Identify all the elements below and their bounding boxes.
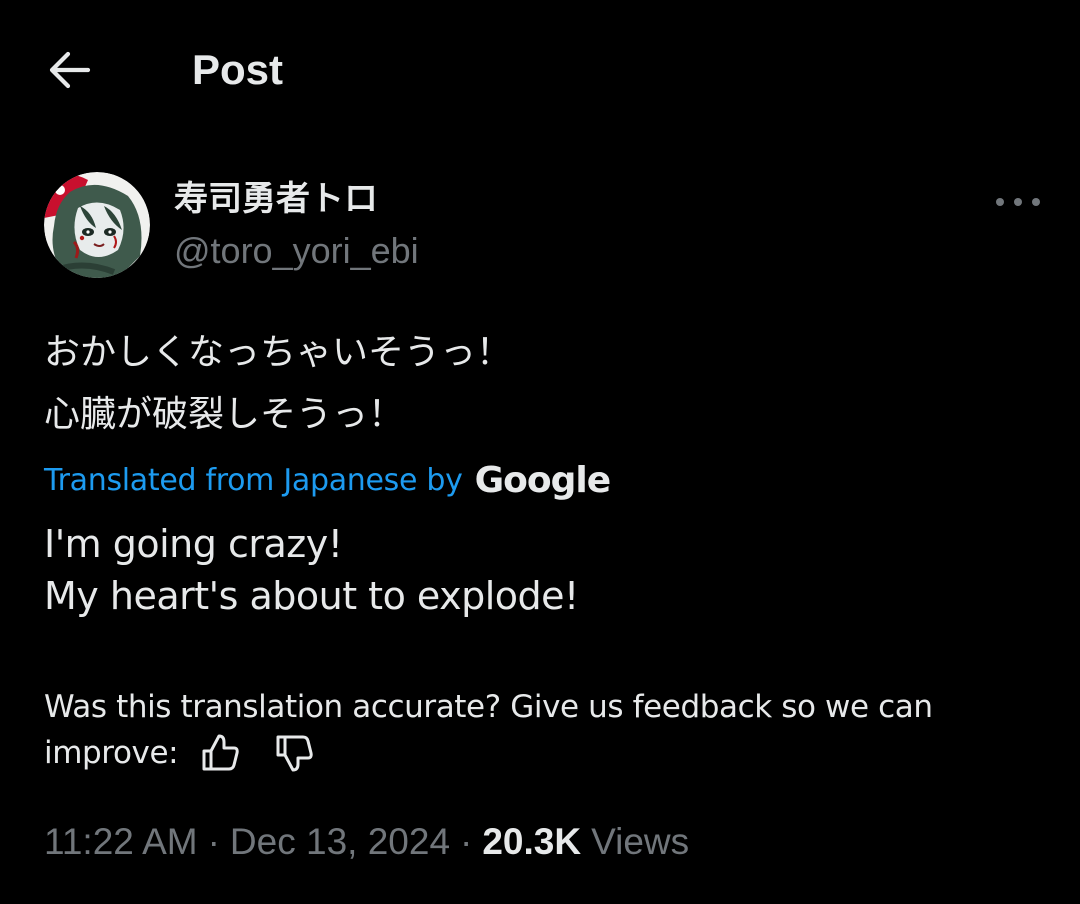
back-button[interactable] (44, 48, 94, 92)
post-time[interactable]: 11:22 AM (44, 821, 198, 863)
meta-separator: · (207, 821, 220, 862)
post-meta: 11:22 AM · Dec 13, 2024 · 20.3K Views (44, 816, 689, 868)
arrow-left-icon (49, 51, 91, 89)
views-count: 20.3K (482, 821, 582, 862)
translation-attribution: Translated from Japanese by Google (44, 454, 612, 506)
translated-text-line: My heart's about to explode! (44, 574, 579, 618)
translated-text: I'm going crazy! My heart's about to exp… (44, 518, 579, 622)
more-horizontal-icon (996, 198, 1040, 206)
post-author: 寿司勇者トロ @toro_yori_ebi (44, 172, 1044, 282)
avatar[interactable] (44, 172, 150, 278)
thumbs-down-icon (276, 735, 313, 772)
post-date[interactable]: Dec 13, 2024 (230, 821, 450, 863)
more-options-button[interactable] (992, 182, 1044, 222)
author-handle[interactable]: @toro_yori_ebi (174, 228, 419, 274)
post-text-line: おかしくなっちゃいそうっ！ (44, 332, 513, 373)
meta-separator: · (460, 821, 473, 862)
thumbs-up-button[interactable] (198, 731, 242, 775)
feedback-prompt: Was this translation accurate? Give us f… (44, 689, 933, 725)
feedback-prompt-end: improve: (44, 735, 179, 771)
post-text: おかしくなっちゃいそうっ！ 心臓が破裂しそうっ！ (44, 322, 512, 446)
post-text-line: 心臓が破裂しそうっ！ (44, 394, 405, 435)
translated-text-line: I'm going crazy! (44, 522, 343, 566)
thumbs-down-button[interactable] (272, 731, 316, 775)
thumbs-up-icon (202, 734, 239, 771)
views-label: Views (591, 821, 690, 862)
top-bar: Post (0, 0, 1080, 140)
translated-from-link[interactable]: Translated from Japanese by (44, 463, 463, 498)
page-title: Post (192, 46, 284, 93)
google-logo: Google (474, 459, 612, 501)
translation-feedback: Was this translation accurate? Give us f… (44, 684, 1044, 776)
avatar-image (44, 172, 150, 278)
author-display-name[interactable]: 寿司勇者トロ (174, 176, 378, 222)
